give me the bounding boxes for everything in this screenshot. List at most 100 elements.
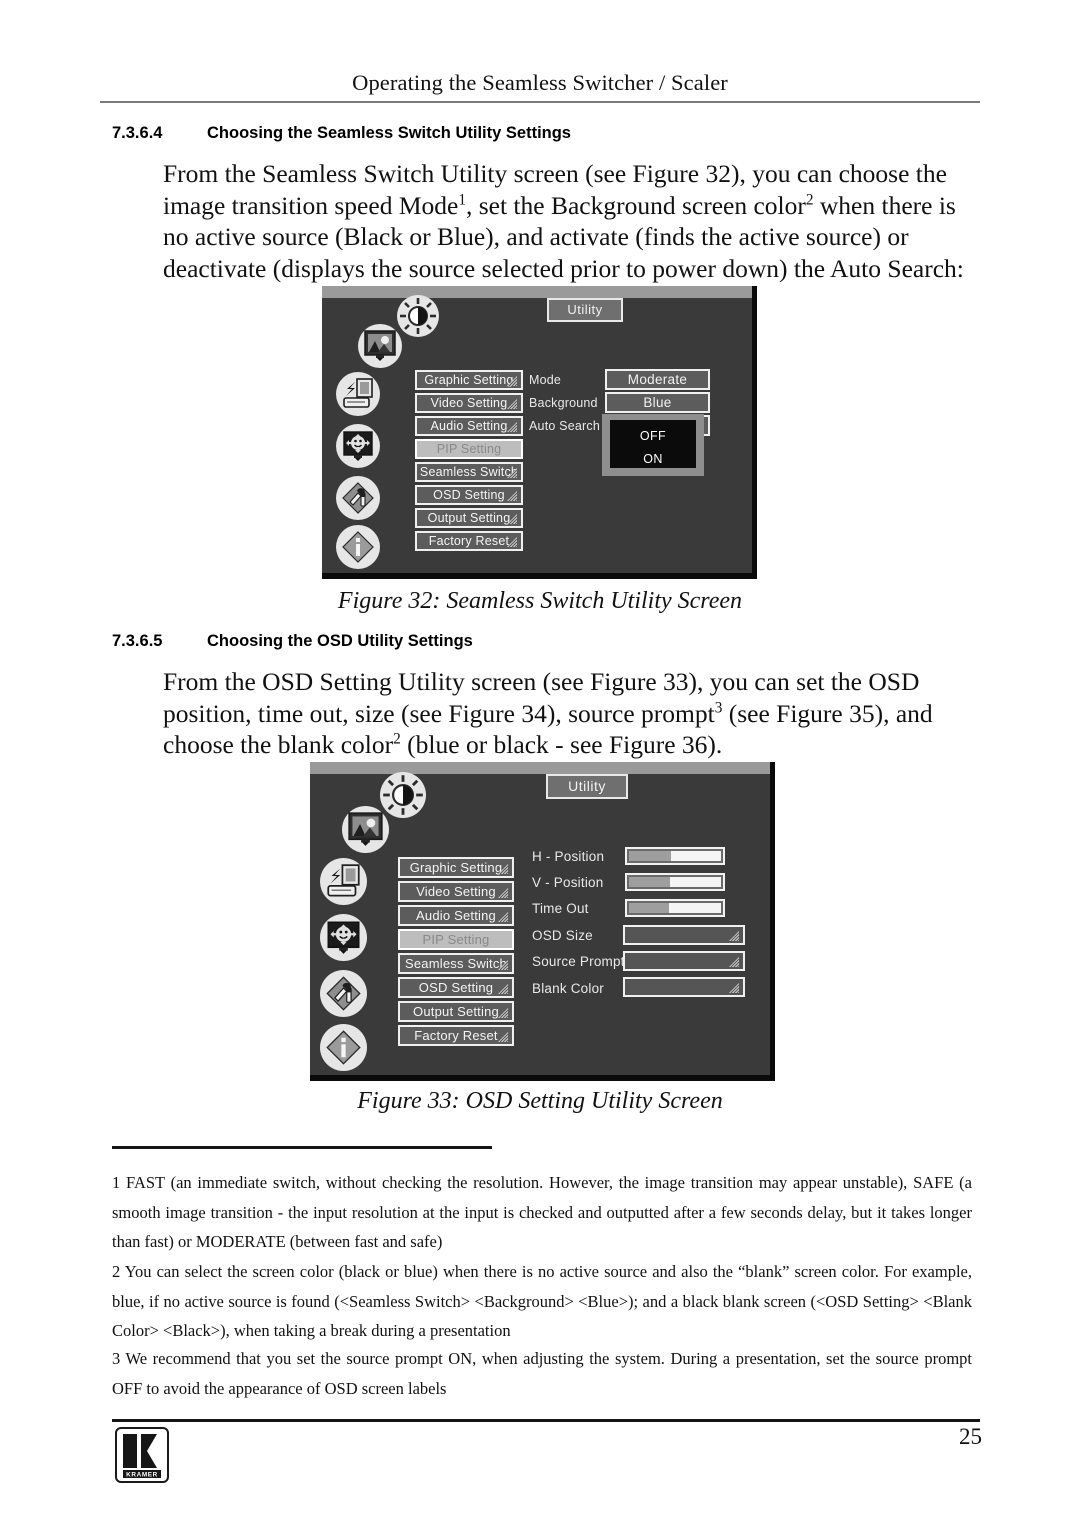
footnote-ref-2b: 2 <box>393 730 401 748</box>
tools-icon[interactable] <box>336 476 380 520</box>
osd-top-band <box>310 762 770 774</box>
menu-item-pip-setting[interactable]: PIP Setting <box>415 439 523 459</box>
submenu-arrow-icon <box>729 957 740 968</box>
slider-track <box>629 851 721 861</box>
menu-item-osd-setting[interactable]: OSD Setting <box>398 977 514 998</box>
slider-fill <box>629 903 670 913</box>
osd-top-band <box>322 286 752 298</box>
menu-item-label: PIP Setting <box>422 932 490 947</box>
menu-item-label: Seamless Switch <box>419 465 519 479</box>
submenu-box-osd-size[interactable] <box>623 925 745 945</box>
para-line-3a: choose the blank color <box>163 730 394 759</box>
slider-v-position[interactable] <box>625 873 725 891</box>
information-icon[interactable] <box>336 525 380 569</box>
para-line-2b: , set the Background screen color <box>465 190 806 220</box>
menu-item-graphic-setting[interactable]: Graphic Setting <box>415 370 523 390</box>
menu-item-label: Video Setting <box>416 884 496 899</box>
pip-monitor-icon[interactable] <box>336 424 380 468</box>
osd-body: Utility Graphic Setting Video Setting Au… <box>310 772 770 1075</box>
field-label-background: Background <box>529 396 598 410</box>
osd-title-tab: Utility <box>546 774 628 799</box>
figure-33-osd-screen: Utility Graphic Setting Video Setting Au… <box>310 762 775 1081</box>
field-label-h-position: H - Position <box>532 849 605 864</box>
menu-item-label: Output Setting <box>413 1004 499 1019</box>
menu-item-seamless-switch[interactable]: Seamless Switch <box>415 462 523 482</box>
para-line-3: no active source (Black or Blue), and ac… <box>163 222 909 251</box>
field-label-time-out: Time Out <box>532 901 589 916</box>
figure-32-caption: Figure 32: Seamless Switch Utility Scree… <box>337 588 743 614</box>
brightness-contrast-icon[interactable] <box>397 295 439 337</box>
para-line-2a: position, time out, size (see Figure 34)… <box>163 698 715 728</box>
picture-monitor-icon[interactable] <box>358 324 402 368</box>
input-source-icon[interactable] <box>336 372 380 416</box>
menu-item-video-setting[interactable]: Video Setting <box>398 881 514 902</box>
submenu-arrow-icon <box>498 888 509 899</box>
footnote-3: 3 We recommend that you set the source p… <box>112 1349 972 1398</box>
section-title: Choosing the OSD Utility Settings <box>207 632 473 650</box>
page-number: 25 <box>959 1424 982 1449</box>
footer-divider <box>112 1419 980 1422</box>
slider-fill <box>629 851 672 861</box>
para-line-2c: when there is <box>813 190 956 220</box>
figure-32-osd-screen: Utility Graphic Setting Video Setting Au… <box>322 286 757 579</box>
figure-33-caption: Figure 33: OSD Setting Utility Screen <box>357 1088 723 1114</box>
tools-icon[interactable] <box>320 970 367 1017</box>
field-label-blank-color: Blank Color <box>532 981 604 996</box>
submenu-box-blank-color[interactable] <box>623 977 745 997</box>
picture-monitor-icon[interactable] <box>342 806 389 853</box>
footnote-2: 2 You can select the screen color (black… <box>112 1262 972 1340</box>
footnote-1: 1 FAST (an immediate switch, without che… <box>112 1173 972 1251</box>
section-number: 7.3.6.4 <box>112 124 163 142</box>
menu-item-label: Output Setting <box>427 511 511 525</box>
menu-item-output-setting[interactable]: Output Setting <box>415 508 523 528</box>
value-mode[interactable]: Moderate <box>605 369 710 390</box>
menu-item-audio-setting[interactable]: Audio Setting <box>398 905 514 926</box>
running-head: Operating the Seamless Switcher / Scaler <box>352 70 728 95</box>
osd-title-tab: Utility <box>547 298 623 322</box>
slider-h-position[interactable] <box>625 847 725 865</box>
menu-item-label: PIP Setting <box>436 442 502 456</box>
menu-item-video-setting[interactable]: Video Setting <box>415 393 523 413</box>
osd-body: Utility Graphic Setting Video Setting Au… <box>322 295 752 573</box>
menu-item-output-setting[interactable]: Output Setting <box>398 1001 514 1022</box>
section-7365-paragraph: From the OSD Setting Utility screen (see… <box>163 666 983 761</box>
slider-time-out[interactable] <box>625 899 725 917</box>
menu-item-factory-reset[interactable]: Factory Reset <box>398 1025 514 1046</box>
pip-monitor-icon[interactable] <box>320 914 367 961</box>
menu-item-pip-setting[interactable]: PIP Setting <box>398 929 514 950</box>
menu-item-label: Factory Reset <box>414 1028 498 1043</box>
menu-item-label: Audio Setting <box>416 908 496 923</box>
value-background[interactable]: Blue <box>605 392 710 413</box>
menu-item-label: Factory Reset <box>428 534 510 548</box>
submenu-box-source-prompt[interactable] <box>623 951 745 971</box>
menu-item-label: Seamless Switch <box>405 956 507 971</box>
menu-item-audio-setting[interactable]: Audio Setting <box>415 416 523 436</box>
field-label-v-position: V - Position <box>532 875 604 890</box>
field-label-auto-search: Auto Search <box>529 419 600 433</box>
section-heading-7365: 7.3.6.5 Choosing the OSD Utility Settings <box>112 632 473 651</box>
section-heading-7364: 7.3.6.4 Choosing the Seamless Switch Util… <box>112 124 571 143</box>
menu-item-seamless-switch[interactable]: Seamless Switch <box>398 953 514 974</box>
menu-item-label: Video Setting <box>430 396 508 410</box>
submenu-arrow-icon <box>507 422 518 433</box>
submenu-arrow-icon <box>498 912 509 923</box>
brightness-contrast-icon[interactable] <box>380 772 426 818</box>
document-page: Operating the Seamless Switcher / Scaler… <box>0 0 1080 1529</box>
section-7364-paragraph: From the Seamless Switch Utility screen … <box>163 158 983 284</box>
dropdown-option-on[interactable]: ON <box>610 448 696 471</box>
slider-track <box>629 903 721 913</box>
footnote-separator <box>112 1146 492 1149</box>
menu-item-factory-reset[interactable]: Factory Reset <box>415 531 523 551</box>
dropdown-option-off[interactable]: OFF <box>610 425 696 448</box>
auto-search-dropdown-list: OFF ON <box>610 420 696 468</box>
input-source-icon[interactable] <box>320 858 367 905</box>
menu-item-osd-setting[interactable]: OSD Setting <box>415 485 523 505</box>
menu-item-graphic-setting[interactable]: Graphic Setting <box>398 857 514 878</box>
slider-fill <box>629 877 671 887</box>
submenu-arrow-icon <box>729 983 740 994</box>
svg-text:KRAMER: KRAMER <box>126 1471 158 1478</box>
submenu-arrow-icon <box>507 491 518 502</box>
information-icon[interactable] <box>320 1024 367 1071</box>
menu-item-label: OSD Setting <box>418 980 494 995</box>
field-label-osd-size: OSD Size <box>532 928 593 943</box>
